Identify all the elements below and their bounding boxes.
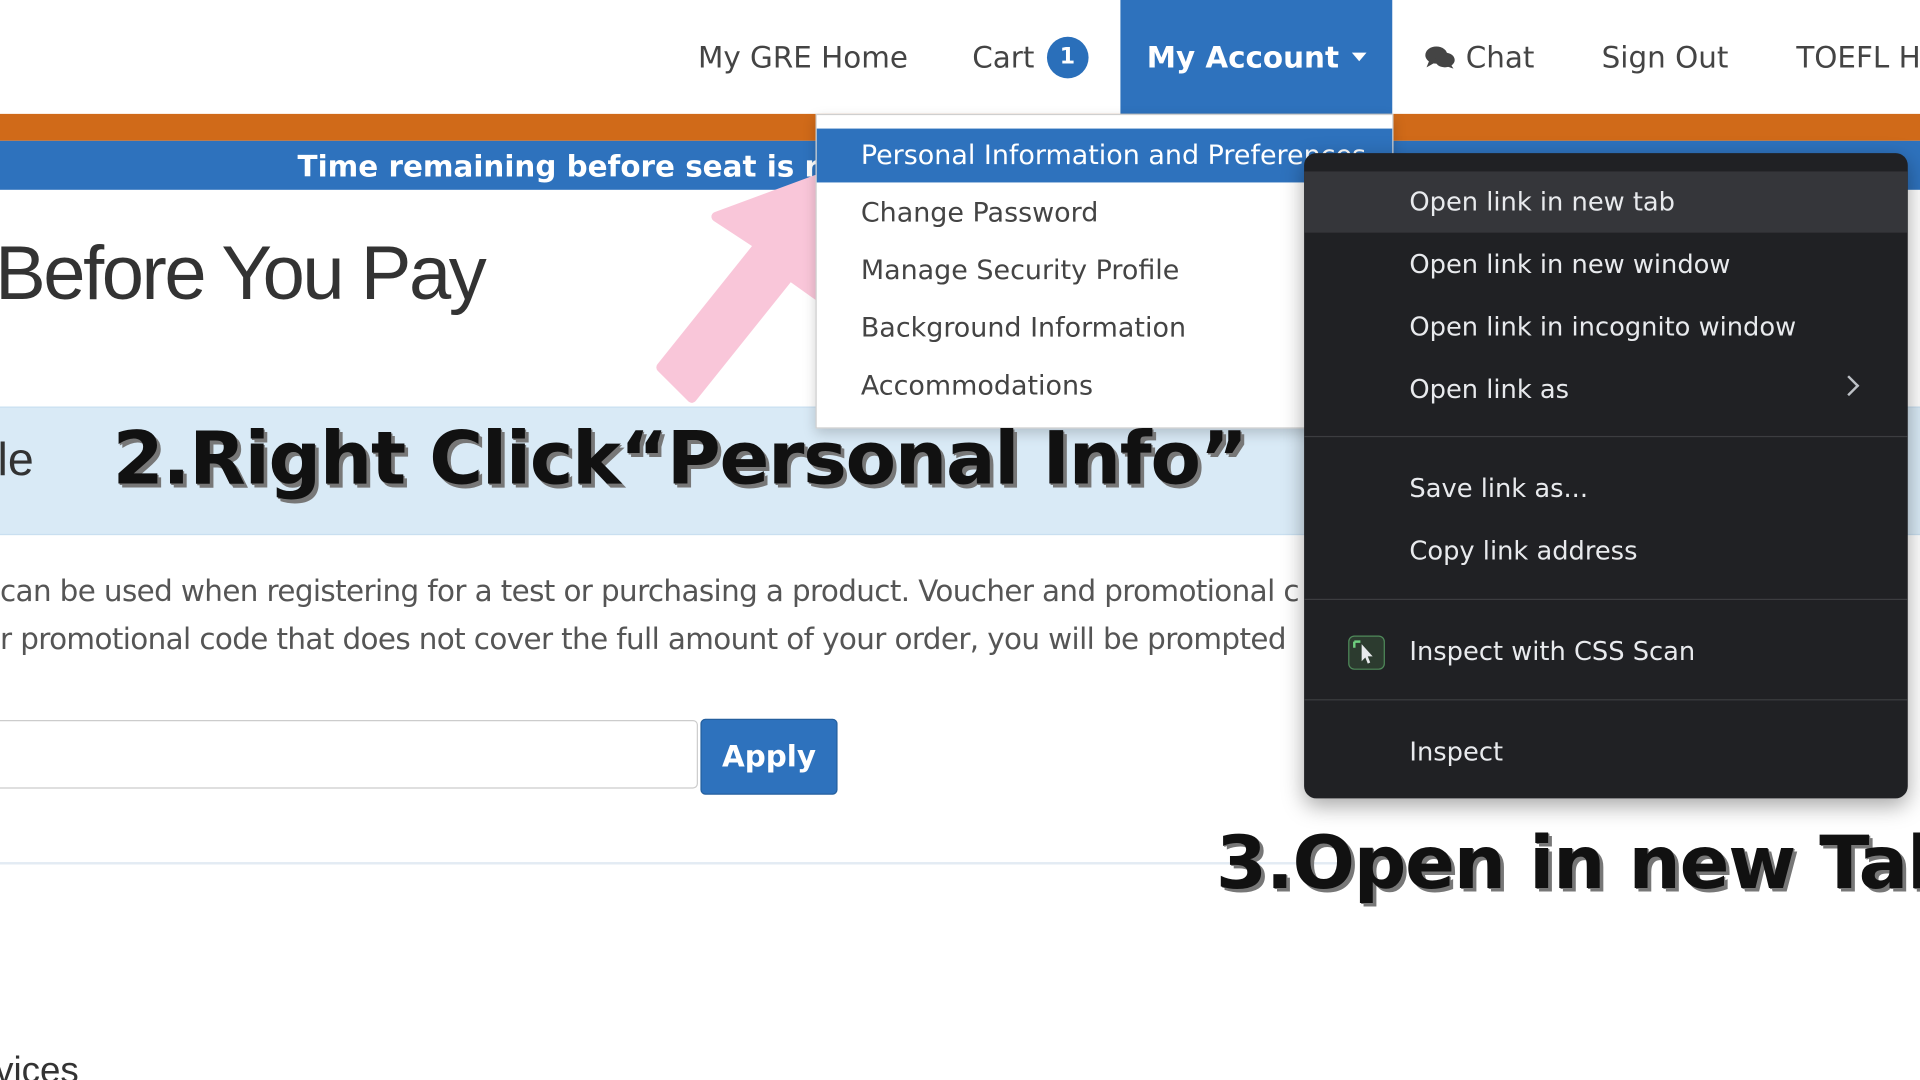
ctx-copy-link-address[interactable]: Copy link address — [1304, 520, 1908, 581]
ctx-open-link-new-tab[interactable]: Open link in new tab — [1304, 171, 1908, 233]
nav-sign-out[interactable]: Sign Out — [1602, 0, 1729, 114]
menu-item-label: Background Information — [860, 312, 1187, 344]
ctx-inspect[interactable]: Inspect — [1304, 721, 1908, 782]
menu-item-label: Manage Security Profile — [860, 255, 1180, 286]
page-title: Before You Pay — [0, 231, 487, 316]
scaled-viewport: My GRE Home Cart 1 My Account Chat Sign … — [0, 0, 1920, 1080]
ctx-item-label: Open link in incognito window — [1409, 312, 1797, 342]
step3-annotation: 3.Open in new Tab — [1215, 820, 1920, 907]
nav-sign-out-label: Sign Out — [1601, 39, 1729, 75]
promo-code-input[interactable] — [0, 720, 698, 789]
ctx-item-label: Inspect with CSS Scan — [1409, 636, 1696, 667]
nav-cart[interactable]: Cart 1 — [972, 0, 1089, 114]
ctx-open-link-new-window[interactable]: Open link in new window — [1304, 234, 1908, 295]
ctx-open-link-incognito[interactable]: Open link in incognito window — [1304, 296, 1908, 357]
apply-button[interactable]: Apply — [700, 718, 838, 795]
nav-toefl-label: TOEFL H — [1796, 39, 1920, 75]
ctx-item-label: Open link in new tab — [1409, 187, 1676, 217]
nav-my-gre-home[interactable]: My GRE Home — [698, 0, 908, 114]
services-heading: vices — [0, 1050, 79, 1080]
ctx-separator — [1304, 435, 1908, 438]
nav-toefl-home[interactable]: TOEFL H — [1796, 0, 1920, 114]
step2-annotation: 2.Right Click“Personal Info” — [112, 416, 1248, 503]
caret-down-icon — [1351, 52, 1366, 62]
nav-cart-label: Cart — [972, 39, 1035, 75]
section-divider — [0, 862, 1347, 865]
ctx-separator — [1304, 699, 1908, 701]
ctx-item-label: Save link as... — [1409, 473, 1589, 504]
nav-my-account[interactable]: My Account — [1120, 0, 1393, 114]
ctx-save-link-as[interactable]: Save link as... — [1304, 458, 1908, 519]
ctx-item-label: Open link in new window — [1409, 249, 1731, 280]
browser-context-menu: Open link in new tab Open link in new wi… — [1304, 153, 1908, 799]
menu-item-label: Change Password — [860, 197, 1099, 229]
promo-description-line-2: r promotional code that does not cover t… — [0, 622, 1287, 657]
promo-section-label: le — [0, 434, 34, 487]
css-scan-icon — [1348, 635, 1385, 670]
nav-my-account-label: My Account — [1146, 39, 1340, 75]
menu-item-label: Personal Information and Preferences — [860, 140, 1367, 171]
top-navbar: My GRE Home Cart 1 My Account Chat Sign … — [0, 0, 1920, 114]
promo-description-line-1: can be used when registering for a test … — [0, 574, 1300, 609]
ctx-inspect-css-scan[interactable]: Inspect with CSS Scan — [1304, 621, 1908, 682]
nav-my-gre-home-label: My GRE Home — [697, 39, 908, 75]
ctx-open-link-as[interactable]: Open link as — [1304, 359, 1908, 420]
nav-chat-label: Chat — [1465, 39, 1535, 75]
ctx-item-label: Open link as — [1409, 374, 1570, 405]
ctx-item-label: Copy link address — [1409, 536, 1638, 566]
chevron-right-icon — [1838, 375, 1860, 397]
ctx-item-label: Inspect — [1409, 737, 1504, 767]
cart-count-badge: 1 — [1046, 36, 1089, 78]
ctx-separator — [1304, 598, 1908, 601]
menu-item-label: Accommodations — [860, 370, 1094, 402]
nav-chat[interactable]: Chat — [1424, 0, 1534, 114]
chat-bubbles-icon — [1425, 45, 1455, 68]
